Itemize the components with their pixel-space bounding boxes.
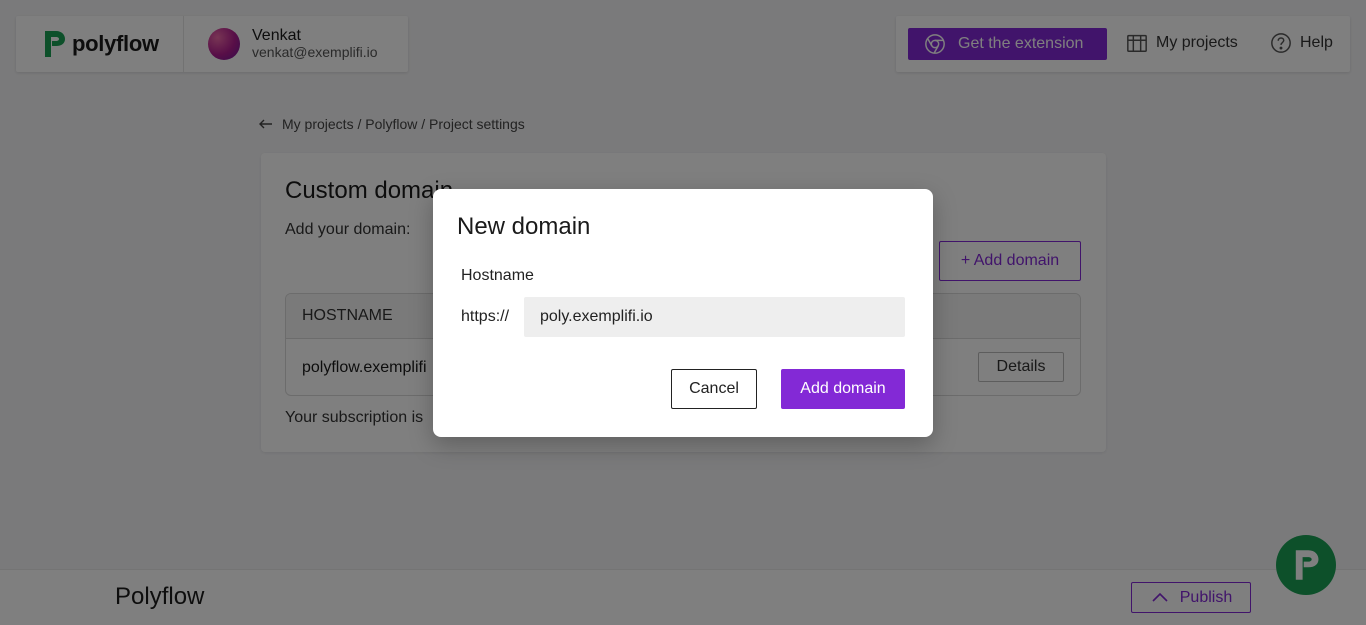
new-domain-modal: New domain Hostname https:// Cancel Add … [433,189,933,437]
modal-title: New domain [457,213,591,240]
hostname-input[interactable] [524,297,905,337]
add-domain-submit-button[interactable]: Add domain [781,369,905,409]
cancel-button[interactable]: Cancel [671,369,757,409]
hostname-label: Hostname [461,267,534,284]
https-prefix: https:// [461,308,510,325]
